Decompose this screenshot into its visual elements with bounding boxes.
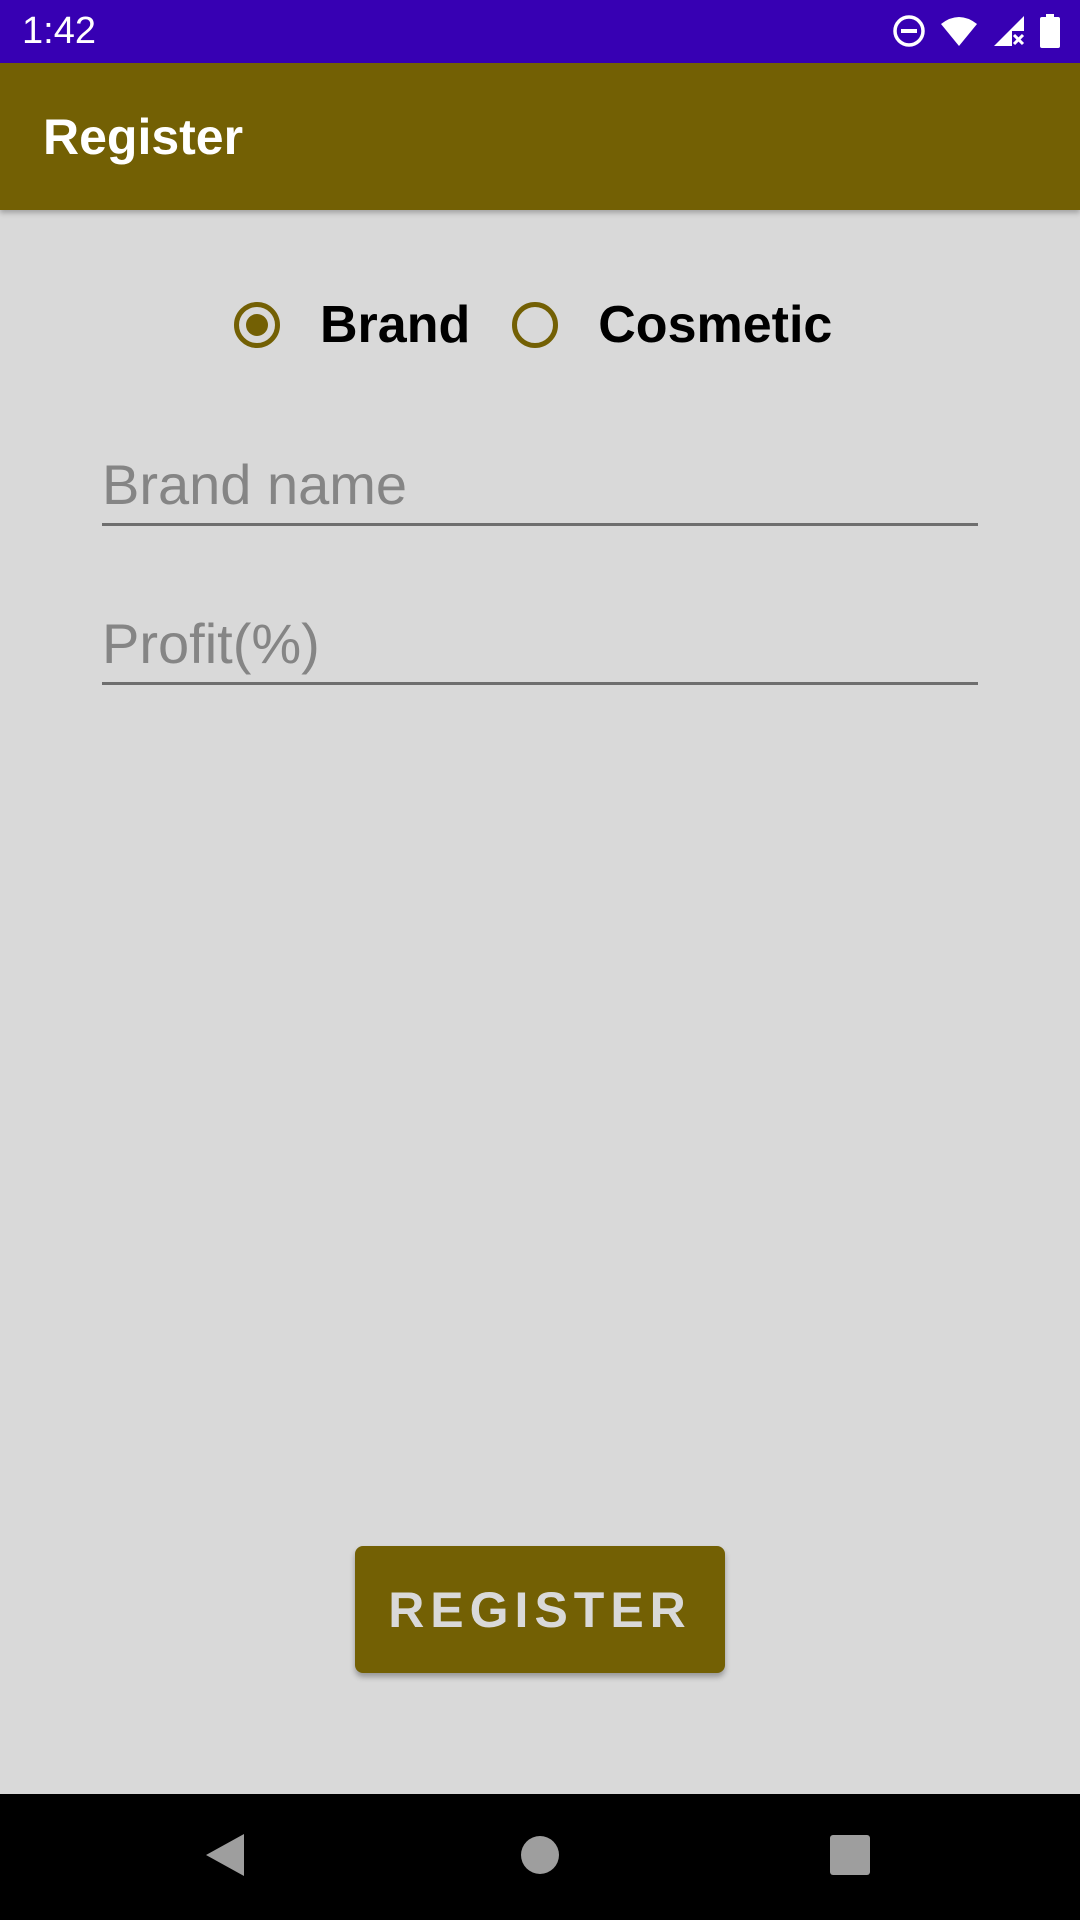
battery-icon [1040, 14, 1060, 48]
wifi-icon [940, 15, 978, 47]
do-not-disturb-icon [892, 14, 926, 48]
radio-option-cosmetic[interactable]: Cosmetic [512, 297, 832, 353]
signal-icon [992, 14, 1026, 48]
register-button[interactable]: REGISTER [355, 1546, 725, 1673]
back-button[interactable] [155, 1794, 295, 1920]
radio-button-brand[interactable] [234, 302, 280, 348]
type-radio-group: Brand Cosmetic [234, 297, 832, 353]
recents-icon [830, 1834, 870, 1880]
radio-label-brand: Brand [320, 296, 471, 354]
home-icon [520, 1835, 560, 1880]
back-icon [204, 1832, 246, 1883]
home-button[interactable] [470, 1794, 610, 1920]
screen: 1:42 Register Brand Cosmetic Brand name … [0, 0, 1080, 1920]
app-bar: Register [0, 63, 1080, 210]
status-icons [892, 12, 1060, 50]
status-time: 1:42 [22, 10, 96, 52]
recents-button[interactable] [780, 1794, 920, 1920]
status-bar: 1:42 [0, 0, 1080, 63]
radio-label-cosmetic: Cosmetic [598, 296, 833, 354]
page-title: Register [43, 109, 244, 165]
profit-input[interactable] [102, 605, 978, 685]
brand-name-input[interactable] [102, 446, 978, 526]
navigation-bar [0, 1794, 1080, 1920]
radio-option-brand[interactable]: Brand [234, 297, 470, 353]
radio-button-cosmetic[interactable] [512, 302, 559, 348]
